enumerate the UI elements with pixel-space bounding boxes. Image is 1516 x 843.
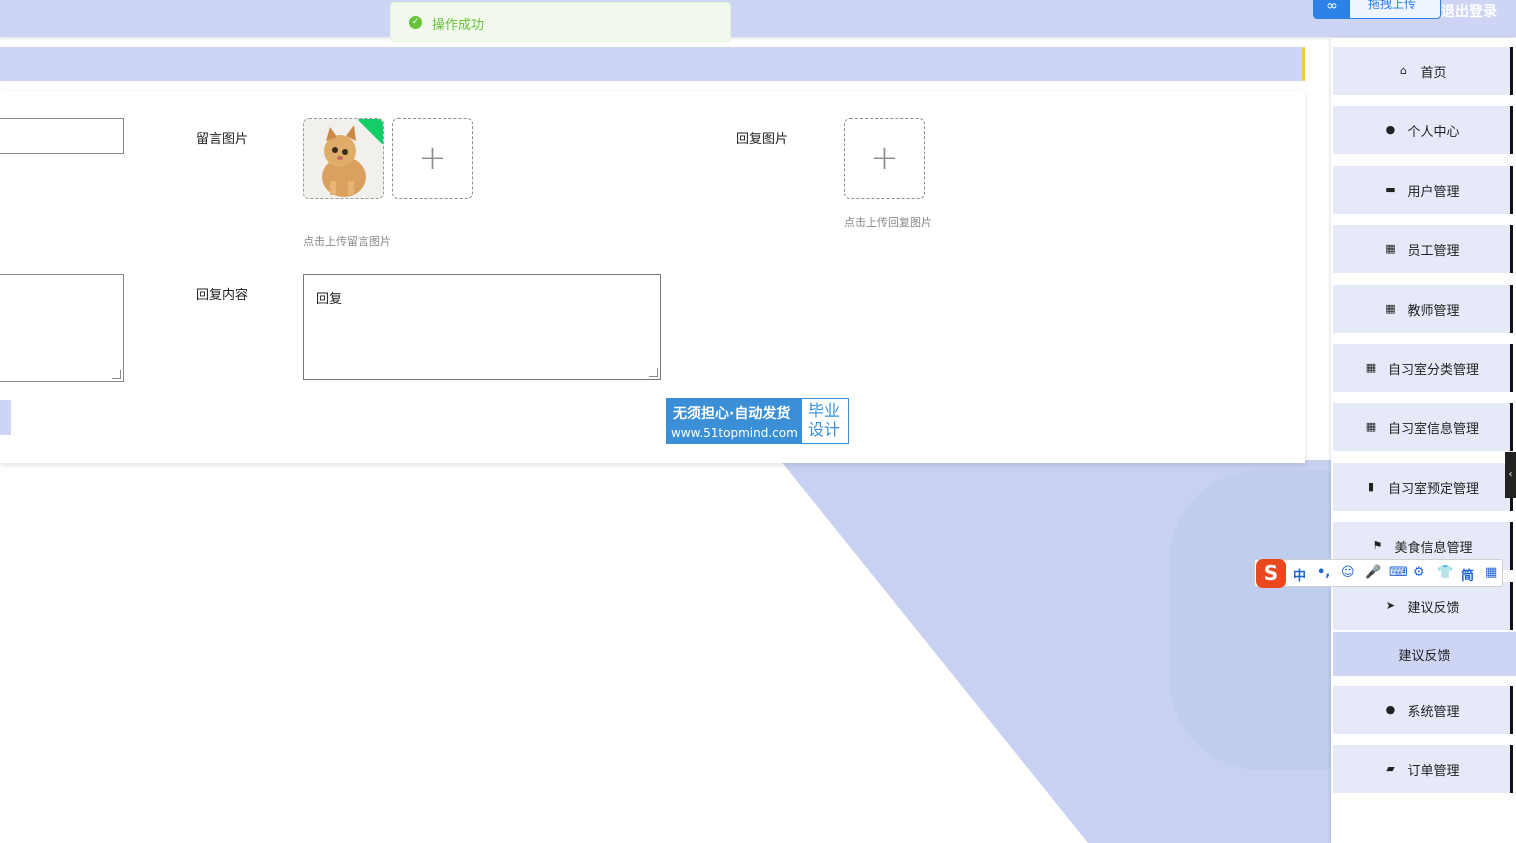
logout-button[interactable]: 退出登录 — [1441, 1, 1497, 21]
message-image-hint: 点击上传留言图片 — [303, 235, 391, 248]
submit-button[interactable] — [0, 400, 11, 435]
monitor-icon: ▬ — [1385, 183, 1396, 196]
flag-icon: ⚑ — [1372, 539, 1383, 552]
resize-handle[interactable] — [112, 370, 121, 379]
reply-content-textarea[interactable]: 回复 — [303, 274, 661, 380]
sidebar-subitem-feedback[interactable]: 建议反馈 — [1333, 632, 1516, 676]
ime-simplified-toggle[interactable]: 简 — [1461, 565, 1474, 584]
reply-image-label: 回复图片 — [736, 132, 789, 147]
collapse-sidebar-toggle[interactable]: ‹ — [1505, 452, 1516, 498]
ime-emoji-icon[interactable]: ☺ — [1341, 565, 1355, 580]
ime-settings-icon[interactable]: ⚙ — [1413, 565, 1425, 580]
sidebar-item-staff[interactable]: ▦ 员工管理 — [1333, 225, 1513, 273]
upload-reply-image-button[interactable]: + — [844, 118, 925, 199]
breadcrumb-bar — [0, 47, 1305, 81]
drag-upload-button[interactable]: ∞ 拖拽上传 — [1313, 0, 1441, 19]
wallet-icon: ▰ — [1386, 762, 1395, 775]
sidebar-item-room-categories[interactable]: ▦ 自习室分类管理 — [1333, 344, 1513, 392]
sidebar-item-orders[interactable]: ▰ 订单管理 — [1333, 745, 1513, 793]
ime-toolbox-icon[interactable]: ▦ — [1485, 565, 1497, 580]
watermark-right-bottom: 设计 — [808, 420, 841, 439]
home-icon: ⌂ — [1399, 64, 1407, 77]
sidebar-item-home[interactable]: ⌂ 首页 — [1333, 47, 1513, 95]
grid-icon: ▦ — [1365, 361, 1377, 374]
watermark-url: www.51topmind.com — [671, 426, 798, 440]
sidebar-item-feedback[interactable]: ➤ 建议反馈 — [1333, 582, 1513, 630]
uploaded-image-thumbnail[interactable] — [303, 118, 384, 199]
grid-icon: ▦ — [1385, 302, 1396, 315]
grid-icon: ▦ — [1385, 242, 1396, 255]
success-toast: ✓ 操作成功 — [390, 2, 731, 42]
sogou-logo-icon: S — [1256, 559, 1286, 588]
check-circle-icon: ✓ — [409, 16, 422, 29]
ime-chinese-mode[interactable]: 中 — [1293, 565, 1306, 584]
text-input[interactable] — [0, 118, 124, 154]
ime-voice-icon[interactable]: 🎤 — [1365, 565, 1381, 580]
message-image-label: 留言图片 — [196, 132, 249, 147]
user-icon: ● — [1385, 123, 1396, 136]
sidebar-item-room-info[interactable]: ▦ 自习室信息管理 — [1333, 403, 1513, 451]
message-content-textarea[interactable] — [0, 274, 124, 382]
book-icon: ▮ — [1367, 480, 1375, 493]
sidebar-item-room-booking[interactable]: ▮ 自习室预定管理 — [1333, 463, 1513, 511]
bulb-icon: ● — [1385, 703, 1396, 716]
top-bar — [0, 0, 1516, 37]
grid-icon: ▦ — [1365, 420, 1377, 433]
ime-keyboard-icon[interactable]: ⌨ — [1389, 565, 1408, 580]
watermark-right-top: 毕业 — [808, 401, 841, 420]
sidebar-item-teachers[interactable]: ▦ 教师管理 — [1333, 285, 1513, 333]
watermark-line1: 无须担心·自动发货 — [673, 406, 791, 422]
background-shape-rounded — [1170, 470, 1340, 770]
send-icon: ➤ — [1385, 599, 1396, 612]
reply-content-value: 回复 — [316, 292, 343, 307]
ime-punctuation-icon[interactable]: •, — [1317, 565, 1330, 580]
ime-skin-icon[interactable]: 👕 — [1437, 565, 1453, 580]
sidebar-item-users[interactable]: ▬ 用户管理 — [1333, 166, 1513, 214]
infinity-icon: ∞ — [1314, 0, 1350, 18]
drag-upload-label: 拖拽上传 — [1368, 0, 1417, 11]
resize-handle[interactable] — [649, 368, 658, 377]
watermark-badge: 无须担心·自动发货 www.51topmind.com 毕业 设计 — [666, 398, 849, 444]
sidebar-item-profile[interactable]: ● 个人中心 — [1333, 106, 1513, 154]
toast-message: 操作成功 — [432, 18, 485, 33]
reply-content-label: 回复内容 — [196, 288, 249, 303]
sidebar-item-system[interactable]: ● 系统管理 — [1333, 686, 1513, 734]
upload-message-image-button[interactable]: + — [392, 118, 473, 199]
ime-toolbar[interactable]: S 中 •, ☺ 🎤 ⌨ ⚙ 👕 简 ▦ — [1254, 559, 1503, 588]
reply-image-hint: 点击上传回复图片 — [844, 216, 932, 229]
